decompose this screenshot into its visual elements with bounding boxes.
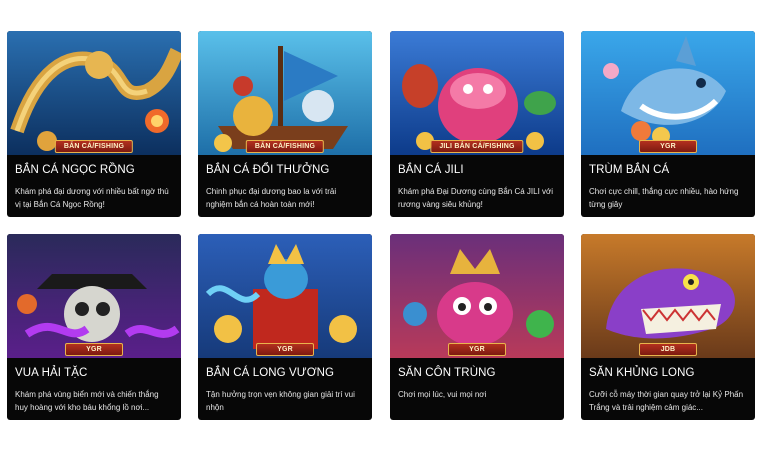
game-card-ban-ca-long-vuong[interactable]: YGR BẮN CÁ LONG VƯƠNG Tận hưởng trọn vẹn… [198,234,372,420]
game-title: BẮN CÁ LONG VƯƠNG [206,367,335,379]
game-thumbnail[interactable]: JILI BẮN CÁ/FISHING [390,31,564,155]
game-description: Khám phá đại dương với nhiều bất ngờ thú… [15,187,169,209]
game-thumbnail[interactable]: YGR [198,234,372,358]
game-title: SĂN KHỦNG LONG [589,367,695,379]
provider-badge: BẮN CÁ/FISHING [54,140,134,153]
game-description: Chinh phục đại dương bao la với trải ngh… [206,187,337,209]
game-card-ban-ca-doi-thuong[interactable]: BẮN CÁ/FISHING BẮN CÁ ĐỔI THƯỞNG Chinh p… [198,31,372,217]
game-title: SĂN CÔN TRÙNG [398,367,496,379]
game-card-ban-ca-jili[interactable]: JILI BẮN CÁ/FISHING BẮN CÁ JILI Khám phá… [390,31,564,217]
game-thumbnail[interactable]: YGR [581,31,755,155]
game-description: Chơi cực chill, thắng cực nhiều, hào hứn… [589,187,739,209]
game-card-ban-ca-ngoc-rong[interactable]: BẮN CÁ/FISHING BẮN CÁ NGỌC RỒNG Khám phá… [7,31,181,217]
game-title: BẮN CÁ NGỌC RỒNG [15,164,135,176]
game-thumbnail[interactable]: BẮN CÁ/FISHING [198,31,372,155]
game-thumbnail[interactable]: YGR [390,234,564,358]
game-thumbnail[interactable]: YGR [7,234,181,358]
provider-badge: YGR [448,343,506,356]
game-title: VUA HẢI TẶC [15,367,88,379]
game-thumbnail[interactable]: BẮN CÁ/FISHING [7,31,181,155]
game-card-vua-hai-tac[interactable]: YGR VUA HẢI TẶC Khám phá vùng biển mới v… [7,234,181,420]
game-description: Chơi mọi lúc, vui mọi nơi [398,390,487,399]
game-description: Khám phá vùng biển mới và chiến thắng hu… [15,390,159,412]
provider-badge: YGR [256,343,314,356]
game-grid: BẮN CÁ/FISHING BẮN CÁ NGỌC RỒNG Khám phá… [0,0,758,450]
game-description: Tận hưởng trọn vẹn không gian giải trí v… [206,390,355,412]
provider-badge: JDB [639,343,697,356]
game-title: BẮN CÁ JILI [398,164,464,176]
provider-badge: JILI BẮN CÁ/FISHING [430,140,524,153]
game-card-san-con-trung[interactable]: YGR SĂN CÔN TRÙNG Chơi mọi lúc, vui mọi … [390,234,564,420]
game-title: TRÙM BẮN CÁ [589,164,670,176]
game-description: Khám phá Đại Dương cùng Bắn Cá JILI với … [398,187,554,209]
provider-badge: YGR [65,343,123,356]
provider-badge: BẮN CÁ/FISHING [245,140,325,153]
game-description: Cưỡi cỗ máy thời gian quay trở lại Kỷ Ph… [589,390,744,412]
game-thumbnail[interactable]: JDB [581,234,755,358]
provider-badge: YGR [639,140,697,153]
game-card-san-khung-long[interactable]: JDB SĂN KHỦNG LONG Cưỡi cỗ máy thời gian… [581,234,755,420]
game-card-trum-ban-ca[interactable]: YGR TRÙM BẮN CÁ Chơi cực chill, thắng cự… [581,31,755,217]
game-title: BẮN CÁ ĐỔI THƯỞNG [206,164,330,176]
